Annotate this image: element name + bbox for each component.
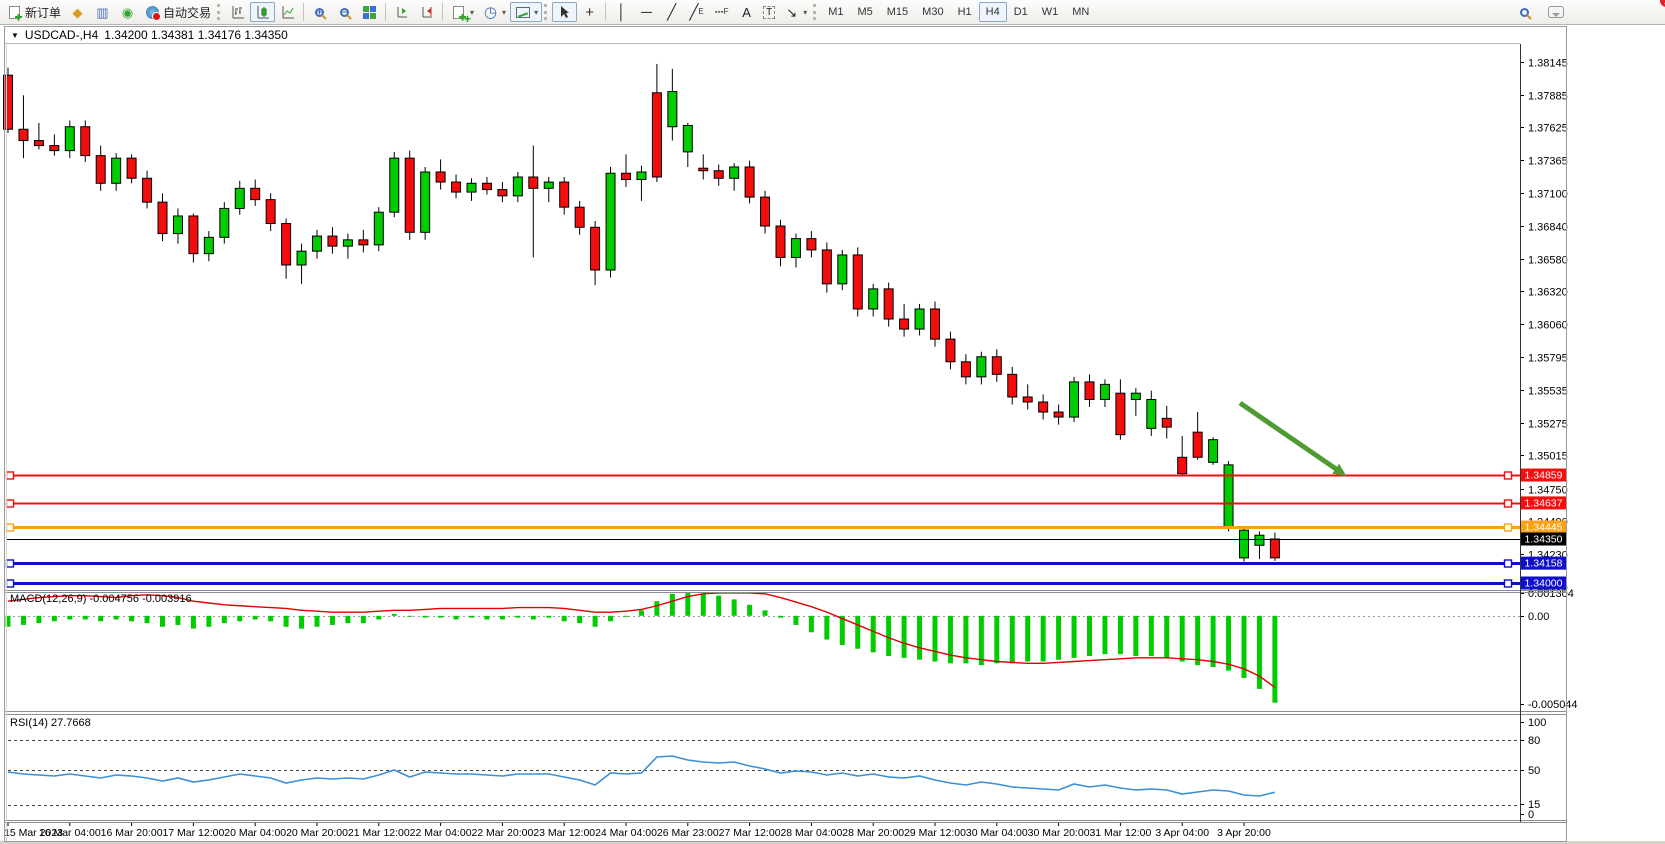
new-order-button[interactable]: 新订单 [2, 2, 65, 22]
price-pane[interactable] [5, 44, 1519, 589]
template-icon [514, 4, 531, 21]
fibonacci-icon: ┄F [713, 4, 730, 21]
timeframe-h4[interactable]: H4 [979, 2, 1007, 22]
data-window-icon: ▥ [94, 4, 111, 21]
equidistant-channel-button[interactable]: ╱E [684, 2, 709, 22]
candlestick-chart-icon [254, 4, 271, 21]
chart-symbol-period: USDCAD-,H4 [25, 28, 98, 42]
new-order-icon [6, 4, 23, 21]
zoom-in-icon: + [311, 4, 328, 21]
timeframe-mn[interactable]: MN [1065, 2, 1096, 22]
signals-button[interactable]: ◉ [115, 2, 140, 22]
macd-pane[interactable] [5, 592, 1519, 711]
chat-bubble-icon [1548, 6, 1564, 18]
timeframe-w1[interactable]: W1 [1035, 2, 1066, 22]
horizontal-line-button[interactable]: ─ [634, 2, 659, 22]
bar-chart-button[interactable] [225, 2, 250, 22]
autotrading-button[interactable]: 自动交易 [140, 2, 215, 22]
one-click-trading-toggle[interactable]: ▼ [11, 31, 19, 40]
timeframe-m30[interactable]: M30 [915, 2, 950, 22]
chart-window-title: ▼ USDCAD-,H4 1.34200 1.34381 1.34176 1.3… [5, 27, 1519, 43]
autotrading-label: 自动交易 [163, 4, 211, 21]
cursor-button[interactable] [552, 2, 577, 22]
notification-badge: 1 [1660, 0, 1665, 7]
autotrading-icon [144, 4, 161, 21]
timeframe-h1[interactable]: H1 [951, 2, 979, 22]
horizontal-line-icon: ─ [638, 4, 655, 21]
zoom-out-icon: − [336, 4, 353, 21]
toolbar-separator [605, 3, 606, 21]
text-button[interactable]: A [734, 2, 759, 22]
trendline-icon: ╱ [663, 4, 680, 21]
arrows-button[interactable]: ↘ ▾ [779, 2, 811, 22]
chevron-down-icon: ▾ [803, 8, 807, 17]
time-axis[interactable] [5, 822, 1519, 841]
timeframe-m15[interactable]: M15 [880, 2, 915, 22]
market-watch-icon: ◆ [69, 4, 86, 21]
text-icon: A [738, 4, 755, 21]
auto-scroll-icon [393, 4, 410, 21]
timeframe-m5[interactable]: M5 [850, 2, 879, 22]
timeframe-m1[interactable]: M1 [821, 2, 850, 22]
auto-scroll-button[interactable] [389, 2, 414, 22]
line-chart-icon [279, 4, 296, 21]
toolbar-separator [303, 3, 304, 21]
text-label-button[interactable]: T [759, 2, 779, 22]
vertical-line-button[interactable]: │ [609, 2, 634, 22]
cursor-icon [556, 4, 573, 21]
crosshair-button[interactable]: + [577, 2, 602, 22]
notifications-button[interactable]: 1 [1544, 2, 1568, 22]
chart-shift-icon [418, 4, 435, 21]
crosshair-icon: + [581, 4, 598, 21]
add-indicator-icon: + [450, 4, 467, 21]
add-indicator-button[interactable]: + ▾ [446, 2, 478, 22]
clock-icon: ◷ [482, 4, 499, 21]
arrows-icon: ↘ [783, 4, 800, 21]
zoom-in-button[interactable]: + [307, 2, 332, 22]
data-window-button[interactable]: ▥ [90, 2, 115, 22]
tile-windows-icon [361, 4, 378, 21]
toolbar-grip [813, 4, 817, 20]
search-icon [1520, 8, 1529, 17]
new-order-label: 新订单 [25, 4, 61, 21]
search-button[interactable] [1514, 2, 1534, 22]
toolbar-separator [442, 3, 443, 21]
chart-shift-button[interactable] [414, 2, 439, 22]
timeframe-d1[interactable]: D1 [1007, 2, 1035, 22]
text-label-icon: T [763, 6, 775, 19]
equidistant-channel-icon: ╱E [688, 4, 705, 21]
bar-chart-icon [229, 4, 246, 21]
candlestick-chart-button[interactable] [250, 2, 275, 22]
chevron-down-icon: ▾ [502, 8, 506, 17]
chevron-down-icon: ▾ [534, 8, 538, 17]
vertical-line-icon: │ [613, 4, 630, 21]
rsi-pane[interactable] [5, 714, 1519, 820]
template-button[interactable]: ▾ [510, 2, 542, 22]
toolbar-grip [544, 4, 548, 20]
main-toolbar: 新订单 ◆ ▥ ◉ 自动交易 + − + ▾ [0, 0, 1665, 25]
fibonacci-button[interactable]: ┄F [709, 2, 734, 22]
period-button[interactable]: ◷ ▾ [478, 2, 510, 22]
toolbar-separator [385, 3, 386, 21]
line-chart-button[interactable] [275, 2, 300, 22]
price-axis[interactable] [1520, 44, 1566, 822]
market-watch-button[interactable]: ◆ [65, 2, 90, 22]
zoom-out-button[interactable]: − [332, 2, 357, 22]
toolbar-grip [217, 4, 221, 20]
signals-icon: ◉ [119, 4, 136, 21]
tile-windows-button[interactable] [357, 2, 382, 22]
trendline-button[interactable]: ╱ [659, 2, 684, 22]
chart-ohlc-values: 1.34200 1.34381 1.34176 1.34350 [104, 28, 288, 42]
